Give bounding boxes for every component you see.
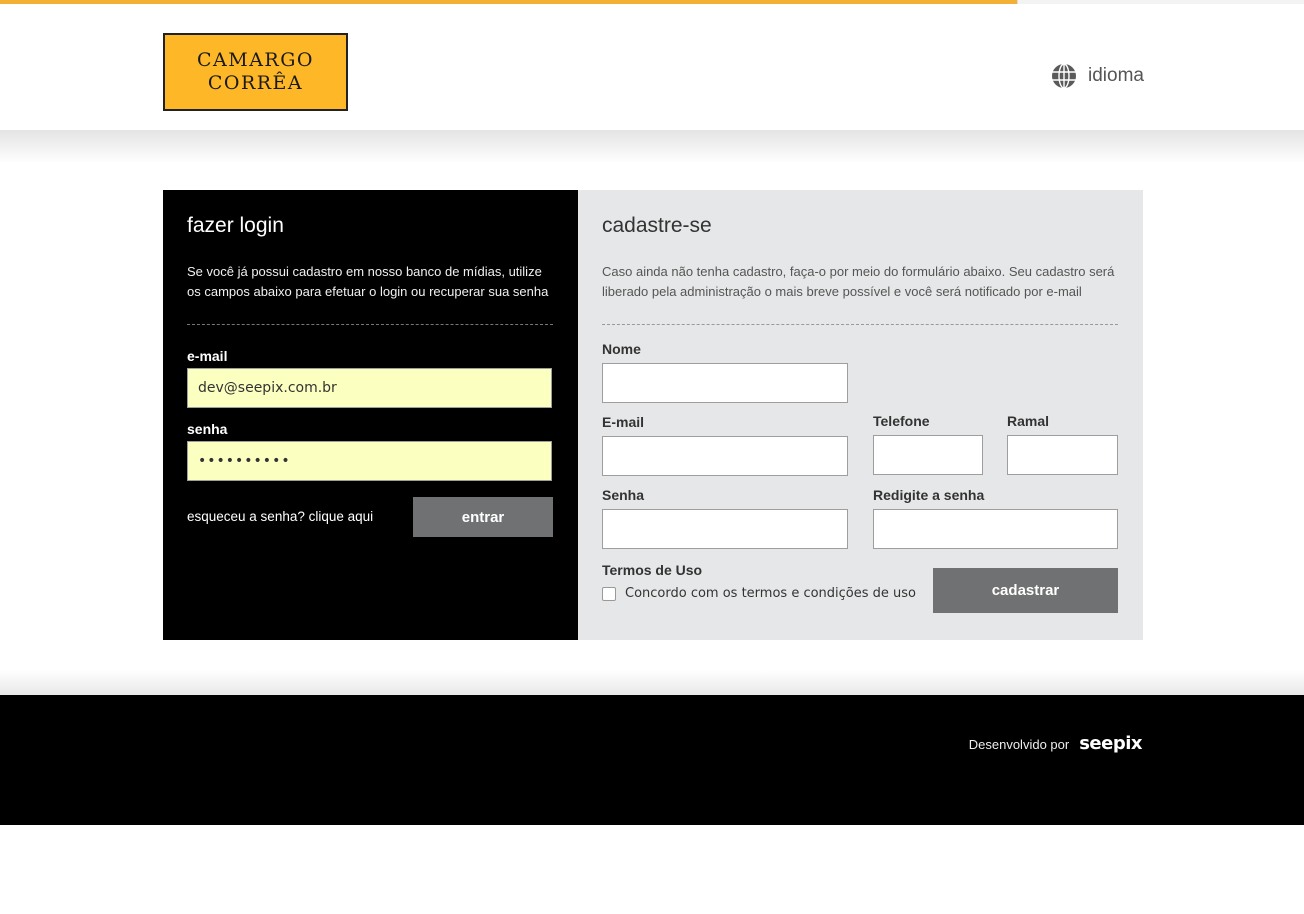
language-label: idioma xyxy=(1088,65,1144,86)
register-password-label: Senha xyxy=(602,487,645,503)
developer-credit: Desenvolvido por seepix xyxy=(968,733,1143,754)
terms-checkbox-row[interactable]: Concordo com os termos e condições de us… xyxy=(602,586,916,601)
footer: Desenvolvido por seepix xyxy=(0,695,1304,825)
login-description: Se você já possui cadastro em nosso banc… xyxy=(187,264,549,299)
login-panel: fazer login Se você já possui cadastro e… xyxy=(163,190,578,640)
forgot-password-link[interactable]: esqueceu a senha? clique aqui xyxy=(187,509,373,524)
register-divider xyxy=(602,324,1118,325)
register-extension-input[interactable] xyxy=(1007,435,1118,475)
language-selector[interactable]: idioma xyxy=(1050,62,1144,90)
globe-icon xyxy=(1052,63,1076,89)
login-title: fazer login xyxy=(187,214,284,237)
login-password-label: senha xyxy=(187,421,228,437)
login-password-input[interactable]: •••••••••• xyxy=(187,441,552,481)
terms-label: Termos de Uso xyxy=(602,562,703,578)
login-divider xyxy=(187,324,553,325)
register-title: cadastre-se xyxy=(602,214,712,237)
login-email-input[interactable] xyxy=(187,368,552,408)
login-email-label: e-mail xyxy=(187,348,228,364)
register-password-confirm-label: Redigite a senha xyxy=(873,487,985,503)
register-description: Caso ainda não tenha cadastro, faça-o po… xyxy=(602,264,1115,299)
register-email-input[interactable] xyxy=(602,436,848,476)
terms-checkbox[interactable] xyxy=(602,586,616,601)
header-shadow xyxy=(0,130,1304,164)
register-password-input[interactable] xyxy=(602,509,848,549)
login-actions: esqueceu a senha? clique aqui entrar xyxy=(187,497,553,537)
login-submit-button[interactable]: entrar xyxy=(413,497,553,537)
seepix-logo[interactable]: seepix xyxy=(1079,733,1142,754)
register-submit-button[interactable]: cadastrar xyxy=(933,568,1118,613)
register-panel: cadastre-se Caso ainda não tenha cadastr… xyxy=(578,190,1143,640)
register-password-confirm-input[interactable] xyxy=(873,509,1118,549)
developed-by-text: Desenvolvido por xyxy=(968,737,1070,752)
register-email-label: E-mail xyxy=(602,414,645,430)
register-name-input[interactable] xyxy=(602,363,848,403)
logo-line-2: CORRÊA xyxy=(207,72,304,94)
camargo-correa-logo[interactable]: CAMARGO CORRÊA xyxy=(163,33,348,111)
terms-checkbox-label[interactable]: Concordo com os termos e condições de us… xyxy=(625,586,916,601)
logo-line-1: CAMARGO xyxy=(197,49,314,71)
footer-shadow xyxy=(0,670,1304,695)
header: CAMARGO CORRÊA idioma xyxy=(0,4,1304,130)
register-phone-input[interactable] xyxy=(873,435,983,475)
register-phone-label: Telefone xyxy=(873,413,930,429)
register-name-label: Nome xyxy=(602,341,641,357)
register-extension-label: Ramal xyxy=(1007,413,1050,429)
